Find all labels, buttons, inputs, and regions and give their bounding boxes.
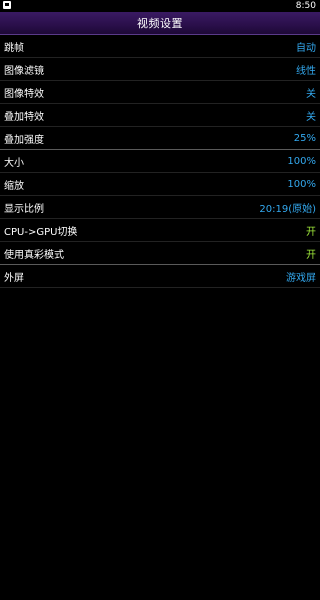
setting-value: 100% <box>287 155 316 167</box>
setting-label: 图像特效 <box>4 88 44 100</box>
setting-label: 叠加强度 <box>4 134 44 146</box>
setting-label: 缩放 <box>4 180 24 192</box>
setting-row-overlay-effect[interactable]: 叠加特效 关 <box>0 104 320 127</box>
setting-row-cpu-gpu-switch[interactable]: CPU->GPU切换 开 <box>0 219 320 242</box>
status-time: 8:50 <box>295 1 316 11</box>
setting-row-external-screen[interactable]: 外屏 游戏屏 <box>0 265 320 288</box>
page-header: 视频设置 <box>0 12 320 35</box>
setting-row-true-color[interactable]: 使用真彩模式 开 <box>0 242 320 265</box>
setting-label: 叠加特效 <box>4 111 44 123</box>
setting-row-frameskip[interactable]: 跳帧 自动 <box>0 35 320 58</box>
setting-value: 游戏屏 <box>286 272 316 284</box>
setting-label: 大小 <box>4 157 24 169</box>
setting-row-zoom[interactable]: 缩放 100% <box>0 173 320 196</box>
setting-value: 关 <box>306 111 316 123</box>
setting-row-overlay-strength[interactable]: 叠加强度 25% <box>0 127 320 150</box>
settings-list: 跳帧 自动 图像滤镜 线性 图像特效 关 叠加特效 关 叠加强度 25% 大小 … <box>0 35 320 288</box>
setting-value: 线性 <box>296 65 316 77</box>
setting-label: CPU->GPU切换 <box>4 226 78 238</box>
setting-label: 显示比例 <box>4 203 44 215</box>
setting-value: 25% <box>293 132 316 144</box>
notification-icon <box>3 1 11 9</box>
setting-label: 图像滤镜 <box>4 65 44 77</box>
setting-label: 外屏 <box>4 272 24 284</box>
setting-value: 自动 <box>296 42 316 54</box>
status-bar: 8:50 <box>0 0 320 12</box>
setting-value: 开 <box>306 249 316 261</box>
setting-row-image-filter[interactable]: 图像滤镜 线性 <box>0 58 320 81</box>
setting-value: 20:19(原始) <box>259 203 316 215</box>
setting-label: 使用真彩模式 <box>4 249 64 261</box>
page-title: 视频设置 <box>137 17 183 30</box>
setting-row-size[interactable]: 大小 100% <box>0 150 320 173</box>
setting-value: 关 <box>306 88 316 100</box>
setting-value: 100% <box>287 178 316 190</box>
setting-row-image-effect[interactable]: 图像特效 关 <box>0 81 320 104</box>
setting-row-aspect-ratio[interactable]: 显示比例 20:19(原始) <box>0 196 320 219</box>
setting-value: 开 <box>306 226 316 238</box>
setting-label: 跳帧 <box>4 42 24 54</box>
